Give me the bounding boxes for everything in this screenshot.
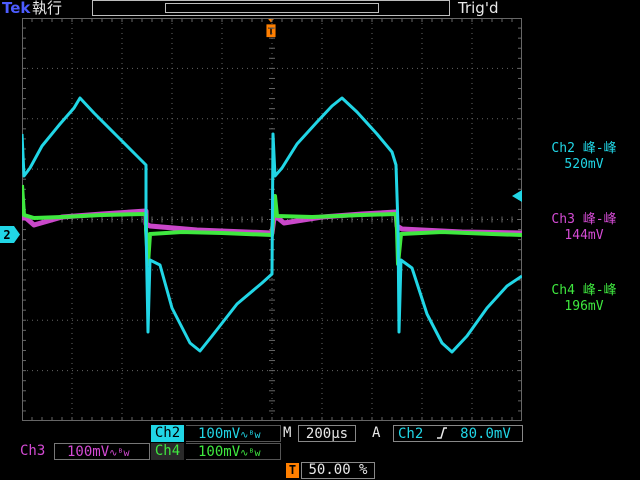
bandwidth-limit-icon: ∿ᴮw xyxy=(240,448,261,459)
measurement-value: 520mV xyxy=(564,157,604,172)
trigger-position-readout[interactable]: 50.00 % xyxy=(301,462,375,479)
ch2-scale-readout[interactable]: 100mV∿ᴮw xyxy=(186,425,281,442)
measurement-ch2-pk2pk: Ch2 峰-峰 520mV xyxy=(534,141,634,173)
bandwidth-limit-icon: ∿ᴮw xyxy=(109,448,130,459)
trigger-position-icon: T xyxy=(286,463,299,478)
ch3-scale-readout[interactable]: 100mV∿ᴮw xyxy=(54,443,150,460)
timebase-readout[interactable]: 200µs xyxy=(298,425,356,442)
measurement-label: Ch2 峰-峰 xyxy=(551,141,617,156)
ch2-scale: 100mV xyxy=(198,426,241,442)
svg-text:2: 2 xyxy=(3,228,10,242)
trigger-level: 80.0mV xyxy=(460,426,511,442)
trigger-source: Ch2 xyxy=(398,426,424,442)
brand-logo: Tek xyxy=(2,0,31,17)
measurement-label: Ch4 峰-峰 xyxy=(551,283,617,298)
rising-edge-icon xyxy=(436,427,447,439)
ch4-scale-readout[interactable]: 100mV∿ᴮw xyxy=(186,443,281,460)
measurement-value: 144mV xyxy=(564,228,604,243)
ch3-label[interactable]: Ch3 xyxy=(20,443,53,460)
bandwidth-limit-icon: ∿ᴮw xyxy=(240,430,261,441)
ch2-label[interactable]: Ch2 xyxy=(151,425,184,442)
run-status: 執行 xyxy=(32,0,63,17)
ch4-scale: 100mV xyxy=(198,444,241,460)
measurement-ch4-pk2pk: Ch4 峰-峰 196mV xyxy=(534,283,634,315)
ch2-ground-marker-icon[interactable]: 2 xyxy=(0,226,20,243)
measurement-label: Ch3 峰-峰 xyxy=(551,212,617,227)
trigger-readout[interactable]: Ch2 80.0mV xyxy=(393,425,523,442)
ch4-label[interactable]: Ch4 xyxy=(151,443,184,460)
waveform-display xyxy=(22,18,522,421)
measurement-value: 196mV xyxy=(564,299,604,314)
measurement-ch3-pk2pk: Ch3 峰-峰 144mV xyxy=(534,212,634,244)
trigger-level-marker-icon[interactable] xyxy=(512,190,522,202)
record-view-window xyxy=(165,3,379,13)
horizontal-label: M xyxy=(283,425,292,441)
trigger-mode: A xyxy=(372,425,381,441)
ch3-scale: 100mV xyxy=(67,444,110,460)
trigger-status: Trig'd xyxy=(458,0,499,17)
